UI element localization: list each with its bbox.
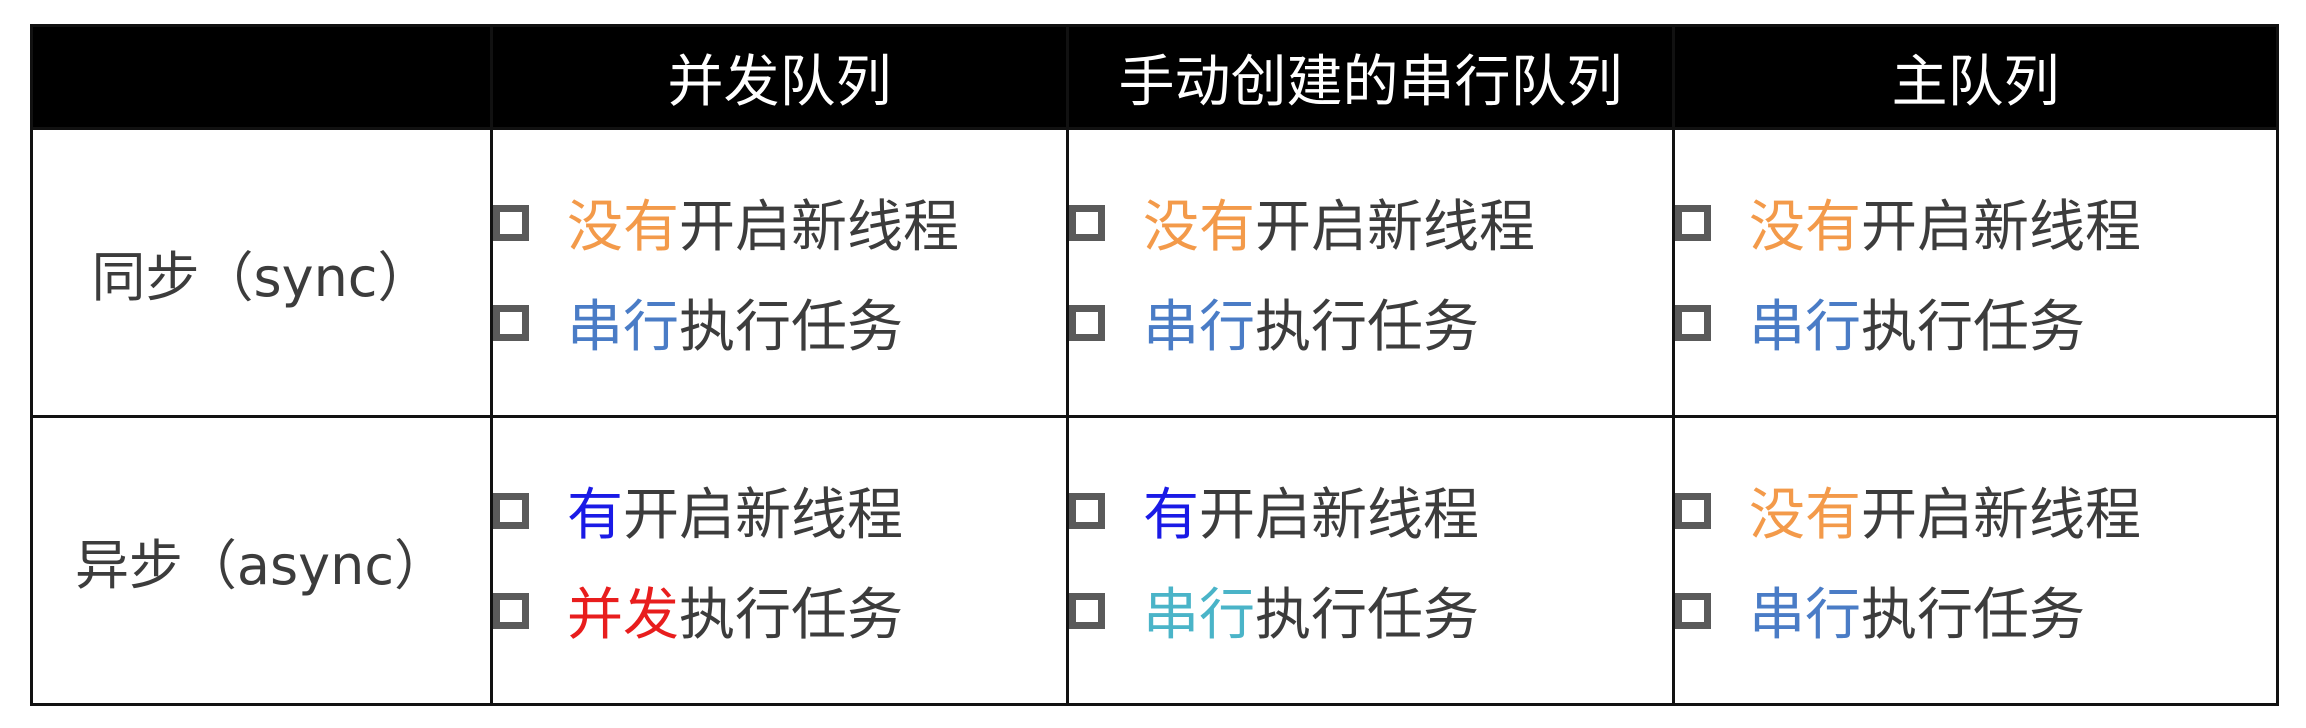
- checkbox-icon: [1069, 304, 1105, 341]
- checkbox-icon: [1069, 592, 1105, 629]
- header-row: 并发队列 手动创建的串行队列 主队列: [30, 24, 2279, 130]
- checkbox-icon: [1675, 204, 1711, 241]
- highlight-text: 串行: [1143, 295, 1255, 360]
- item-text: 开启新线程: [1255, 195, 1535, 260]
- highlight-text: 串行: [1749, 295, 1861, 360]
- checkbox-icon: [1675, 304, 1711, 341]
- header-corner: [30, 24, 493, 130]
- item-text: 开启新线程: [1861, 195, 2141, 260]
- cell-sync-main: 没有 开启新线程 串行 执行任务: [1672, 127, 2279, 418]
- list-item: 没有 开启新线程: [1069, 173, 1672, 273]
- list-item: 串行 执行任务: [1069, 273, 1672, 373]
- cell-async-concurrent: 有开启新线程 并发 执行任务: [490, 415, 1069, 706]
- header-manual-serial-queue: 手动创建的串行队列: [1066, 24, 1675, 130]
- item-text: 执行任务: [1255, 583, 1479, 648]
- checkbox-icon: [493, 592, 529, 629]
- highlight-text: 并发: [567, 583, 679, 648]
- queue-comparison-table: 并发队列 手动创建的串行队列 主队列 同步（sync） 没有 开启新线程 串行 执行…: [30, 24, 2279, 706]
- highlight-text: 串行: [567, 295, 679, 360]
- item-text: 执行任务: [1861, 583, 2085, 648]
- highlight-text: 没有: [1143, 195, 1255, 260]
- row-async: 异步（async） 有开启新线程 并发 执行任务 有开启新线程 串行 执行任务 …: [30, 415, 2279, 706]
- list-item: 没有 开启新线程: [1675, 461, 2276, 561]
- item-text: 执行任务: [679, 583, 903, 648]
- item-text: 开启新线程: [623, 483, 903, 548]
- highlight-text: 串行: [1749, 583, 1861, 648]
- highlight-text: 有: [567, 483, 623, 548]
- list-item: 串行 执行任务: [493, 273, 1066, 373]
- cell-async-main: 没有 开启新线程 串行 执行任务: [1672, 415, 2279, 706]
- cell-sync-manual-serial: 没有 开启新线程 串行 执行任务: [1066, 127, 1675, 418]
- checkbox-icon: [1675, 592, 1711, 629]
- header-concurrent-queue: 并发队列: [490, 24, 1069, 130]
- checkbox-icon: [1675, 492, 1711, 529]
- highlight-text: 有: [1143, 483, 1199, 548]
- cell-async-manual-serial: 有开启新线程 串行 执行任务: [1066, 415, 1675, 706]
- list-item: 有开启新线程: [493, 461, 1066, 561]
- list-item: 串行 执行任务: [1675, 273, 2276, 373]
- list-item: 有开启新线程: [1069, 461, 1672, 561]
- row-label-async: 异步（async）: [30, 415, 493, 706]
- item-text: 执行任务: [1861, 295, 2085, 360]
- highlight-text: 没有: [1749, 483, 1861, 548]
- checkbox-icon: [493, 204, 529, 241]
- checkbox-icon: [493, 492, 529, 529]
- item-text: 开启新线程: [1861, 483, 2141, 548]
- list-item: 并发 执行任务: [493, 561, 1066, 661]
- checkbox-icon: [1069, 204, 1105, 241]
- cell-sync-concurrent: 没有 开启新线程 串行 执行任务: [490, 127, 1069, 418]
- item-text: 执行任务: [679, 295, 903, 360]
- list-item: 串行 执行任务: [1675, 561, 2276, 661]
- item-text: 开启新线程: [1199, 483, 1479, 548]
- list-item: 串行 执行任务: [1069, 561, 1672, 661]
- checkbox-icon: [493, 304, 529, 341]
- highlight-text: 没有: [1749, 195, 1861, 260]
- highlight-text: 串行: [1143, 583, 1255, 648]
- row-label-sync: 同步（sync）: [30, 127, 493, 418]
- list-item: 没有 开启新线程: [1675, 173, 2276, 273]
- highlight-text: 没有: [567, 195, 679, 260]
- checkbox-icon: [1069, 492, 1105, 529]
- item-text: 开启新线程: [679, 195, 959, 260]
- row-sync: 同步（sync） 没有 开启新线程 串行 执行任务 没有 开启新线程 串行 执行…: [30, 127, 2279, 418]
- header-main-queue: 主队列: [1672, 24, 2279, 130]
- item-text: 执行任务: [1255, 295, 1479, 360]
- list-item: 没有 开启新线程: [493, 173, 1066, 273]
